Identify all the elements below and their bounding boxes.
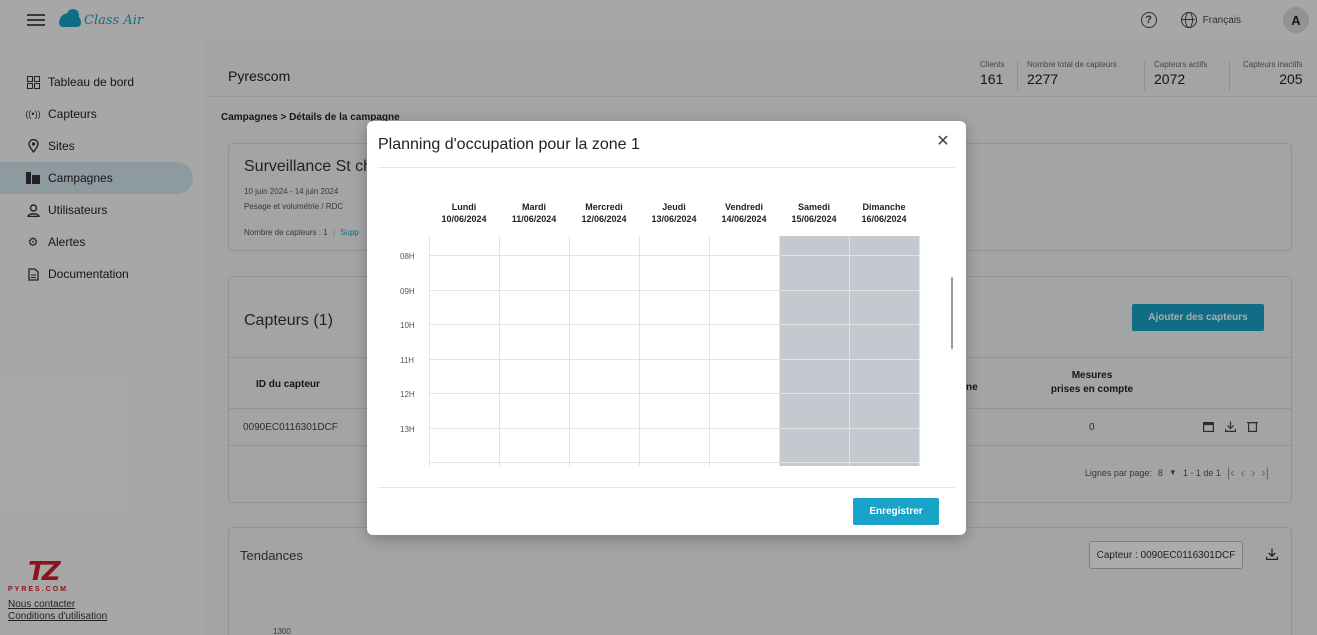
- weekend-column[interactable]: [849, 236, 919, 466]
- grid-column-line: [709, 236, 710, 466]
- grid-row-line: [429, 255, 921, 256]
- day-name: Samedi: [797, 202, 830, 212]
- weekend-column[interactable]: [779, 236, 849, 466]
- day-date: 16/06/2024: [861, 214, 907, 224]
- day-header: Mardi 11/06/2024: [499, 201, 569, 225]
- occupation-grid[interactable]: [429, 236, 921, 466]
- day-date: 11/06/2024: [511, 214, 557, 224]
- grid-row-line: [429, 324, 921, 325]
- modal-title: Planning d'occupation pour la zone 1: [378, 136, 640, 153]
- day-header: Jeudi 13/06/2024: [639, 201, 709, 225]
- day-name: Jeudi: [662, 202, 686, 212]
- grid-row-line: [429, 462, 921, 463]
- grid-row-line: [429, 393, 921, 394]
- hour-label: 13H: [400, 424, 415, 434]
- hour-label: 12H: [400, 390, 415, 399]
- day-date: 14/06/2024: [721, 214, 767, 224]
- grid-column-line: [849, 236, 850, 466]
- hour-label: 08H: [400, 252, 415, 261]
- day-name: Mercredi: [585, 202, 623, 212]
- day-header: Vendredi 14/06/2024: [709, 201, 779, 225]
- modal-divider: [378, 487, 955, 488]
- day-date: 13/06/2024: [651, 214, 697, 224]
- grid-column-line: [919, 236, 920, 466]
- grid-column-line: [429, 236, 430, 466]
- day-header: Dimanche 16/06/2024: [849, 201, 919, 225]
- day-name: Lundi: [451, 202, 477, 212]
- day-date: 15/06/2024: [791, 214, 837, 224]
- day-name: Dimanche: [862, 202, 906, 212]
- day-header: Samedi 15/06/2024: [779, 201, 849, 225]
- day-name: Vendredi: [724, 202, 763, 212]
- modal-divider: [378, 167, 955, 168]
- grid-column-line: [569, 236, 570, 466]
- hour-label: 11H: [400, 355, 415, 365]
- day-name: Mardi: [521, 202, 546, 212]
- hour-label: 09H: [400, 286, 415, 296]
- grid-column-line: [499, 236, 500, 466]
- grid-scrollbar[interactable]: [951, 277, 953, 349]
- grid-column-line: [779, 236, 780, 466]
- hour-label: 10H: [400, 321, 415, 330]
- grid-row-line: [429, 289, 921, 291]
- close-icon[interactable]: ✕: [935, 133, 951, 150]
- save-button[interactable]: Enregistrer: [853, 498, 939, 525]
- grid-column-line: [639, 236, 640, 466]
- day-date: 12/06/2024: [581, 214, 627, 224]
- day-header: Mercredi 12/06/2024: [569, 201, 639, 225]
- grid-row-line: [429, 358, 921, 360]
- grid-row-line: [429, 427, 921, 429]
- day-header: Lundi 10/06/2024: [429, 201, 499, 225]
- occupation-planning-modal: Planning d'occupation pour la zone 1 ✕ L…: [367, 121, 966, 535]
- day-date: 10/06/2024: [441, 214, 487, 224]
